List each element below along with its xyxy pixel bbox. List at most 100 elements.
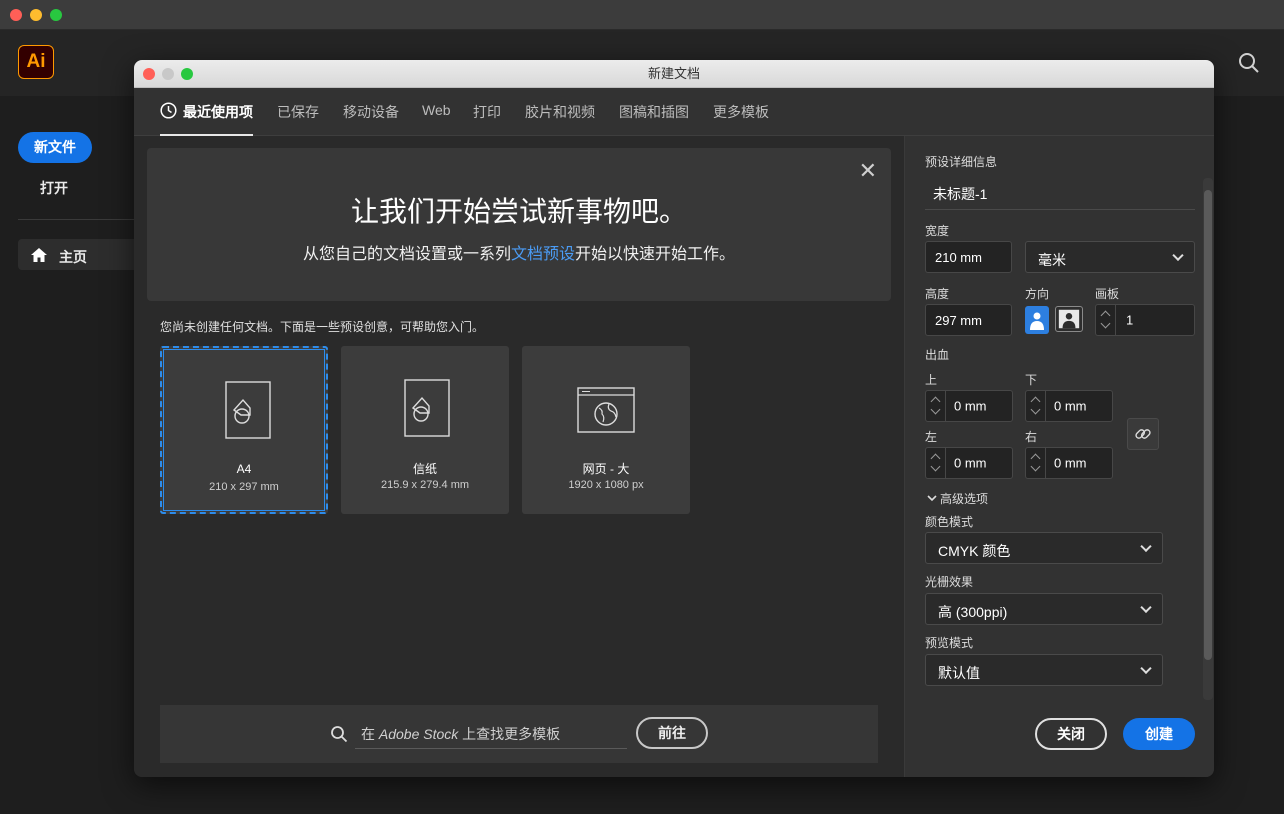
- banner-subtitle: 从您自己的文档设置或一系列文档预设开始以快速开始工作。: [147, 240, 891, 264]
- portrait-orientation-icon[interactable]: [1025, 306, 1049, 334]
- preset-card-letter[interactable]: 信纸 215.9 x 279.4 mm: [341, 346, 509, 514]
- link-icon[interactable]: [1127, 418, 1159, 450]
- preset-name: 网页 - 大: [582, 462, 630, 476]
- preset-card-a4[interactable]: A4 210 x 297 mm: [160, 346, 328, 514]
- stock-search-input[interactable]: 在 Adobe Stock 上查找更多模板: [355, 717, 627, 749]
- banner-text: 从您自己的文档设置或一系列: [302, 246, 511, 263]
- tab-bar: 最近使用项 已保存 移动设备 Web 打印 胶片和视频 图稿和插图 更多模板: [134, 88, 1214, 136]
- chevron-down-icon: [930, 404, 941, 415]
- bleed-left-stepper[interactable]: 0 mm: [925, 447, 1013, 479]
- color-mode-select[interactable]: CMYK 颜色: [925, 532, 1163, 564]
- raster-effects-select[interactable]: 高 (300ppi): [925, 593, 1163, 625]
- artboards-stepper[interactable]: 1: [1095, 304, 1195, 336]
- preview-mode-select[interactable]: 默认值: [925, 654, 1163, 686]
- presets-hint: 您尚未创建任何文档。下面是一些预设创意，可帮助您入门。: [160, 320, 485, 334]
- chevron-down-icon: [1100, 318, 1111, 329]
- chevron-down-icon: [1140, 662, 1152, 675]
- window-zoom-button[interactable]: [50, 9, 62, 21]
- new-document-dialog: 新建文档 最近使用项 已保存 移动设备 Web 打印 胶片和视频 图稿和插图 更…: [134, 60, 1214, 777]
- artboards-label: 画板: [1095, 287, 1120, 301]
- close-icon[interactable]: ✕: [859, 160, 877, 182]
- chevron-down-icon: [1030, 404, 1041, 415]
- chevron-down-icon: [1030, 461, 1041, 472]
- stepper-arrows[interactable]: [1026, 391, 1046, 421]
- raster-effects-value: 高 (300ppi): [938, 604, 1008, 620]
- sidebar-divider: [18, 219, 134, 220]
- placeholder-text: 在: [361, 726, 379, 742]
- bleed-label: 出血: [925, 348, 950, 362]
- preset-size: 1920 x 1080 px: [568, 479, 644, 491]
- landscape-orientation-icon[interactable]: [1055, 306, 1083, 332]
- preset-details-pane: 预设详细信息 未标题-1 宽度 210 mm 毫米 高度 方向 画板 297 m…: [904, 136, 1214, 777]
- bleed-left-value: 0 mm: [954, 455, 987, 471]
- document-icon: [225, 381, 271, 439]
- height-value: 297 mm: [935, 313, 982, 328]
- stepper-arrows[interactable]: [926, 391, 946, 421]
- clock-icon: [160, 102, 177, 119]
- units-select[interactable]: 毫米: [1025, 241, 1195, 273]
- color-mode-value: CMYK 颜色: [938, 543, 1011, 559]
- chevron-down-icon: [1140, 601, 1152, 614]
- bleed-bottom-label: 下: [1025, 373, 1038, 387]
- bleed-bottom-stepper[interactable]: 0 mm: [1025, 390, 1113, 422]
- scrollbar-thumb[interactable]: [1204, 190, 1212, 660]
- sidebar-item-label: 主页: [59, 249, 87, 265]
- width-field[interactable]: 210 mm: [925, 241, 1012, 273]
- new-file-button[interactable]: 新文件: [18, 132, 92, 163]
- placeholder-brand: Adobe Stock: [378, 726, 459, 742]
- tab-more-templates[interactable]: 更多模板: [713, 102, 769, 122]
- preset-size: 215.9 x 279.4 mm: [380, 479, 470, 491]
- raster-effects-label: 光栅效果: [925, 575, 974, 589]
- tab-web[interactable]: Web: [422, 102, 451, 118]
- stepper-arrows[interactable]: [1026, 448, 1046, 478]
- stock-search-placeholder: 在 Adobe Stock 上查找更多模板: [361, 724, 560, 744]
- window-close-button[interactable]: [10, 9, 22, 21]
- open-button[interactable]: 打开: [40, 178, 68, 198]
- search-icon: [331, 726, 348, 743]
- tab-film-video[interactable]: 胶片和视频: [525, 102, 595, 122]
- advanced-options-toggle[interactable]: 高级选项: [940, 490, 988, 507]
- bleed-top-value: 0 mm: [954, 398, 987, 414]
- tab-saved[interactable]: 已保存: [277, 102, 319, 122]
- document-presets-link[interactable]: 文档预设: [511, 246, 575, 263]
- app-logo: Ai: [18, 45, 54, 79]
- bleed-right-label: 右: [1025, 430, 1038, 444]
- stepper-arrows[interactable]: [926, 448, 946, 478]
- document-icon: [404, 379, 450, 437]
- details-scrollbar[interactable]: [1203, 178, 1213, 700]
- tab-art-illustration[interactable]: 图稿和插图: [619, 102, 689, 122]
- tab-print[interactable]: 打印: [473, 102, 501, 122]
- artboards-value: 1: [1126, 312, 1134, 328]
- chevron-down-icon: [930, 461, 941, 472]
- orientation-label: 方向: [1025, 287, 1050, 301]
- tab-mobile[interactable]: 移动设备: [343, 102, 399, 122]
- color-mode-label: 颜色模式: [925, 515, 974, 529]
- search-icon[interactable]: [1238, 52, 1260, 74]
- tab-recent[interactable]: 最近使用项: [183, 102, 253, 122]
- preset-name: A4: [236, 462, 252, 476]
- chevron-down-icon[interactable]: [927, 493, 937, 503]
- preset-card-web-large[interactable]: 网页 - 大 1920 x 1080 px: [522, 346, 690, 514]
- document-name-field[interactable]: 未标题-1: [925, 176, 1195, 210]
- height-label: 高度: [925, 287, 950, 301]
- chevron-down-icon: [1140, 540, 1152, 553]
- bleed-top-label: 上: [925, 373, 938, 387]
- width-label: 宽度: [925, 224, 950, 238]
- welcome-banner: 让我们开始尝试新事物吧。 从您自己的文档设置或一系列文档预设开始以快速开始工作。…: [147, 148, 891, 301]
- sidebar: [0, 96, 134, 814]
- placeholder-text: 上查找更多模板: [458, 726, 561, 742]
- home-icon: [31, 248, 47, 262]
- height-field[interactable]: 297 mm: [925, 304, 1012, 336]
- bleed-top-stepper[interactable]: 0 mm: [925, 390, 1013, 422]
- preview-mode-label: 预览模式: [925, 636, 974, 650]
- banner-heading: 让我们开始尝试新事物吧。: [350, 196, 687, 227]
- window-titlebar: [0, 0, 1284, 30]
- close-button[interactable]: 关闭: [1035, 718, 1107, 750]
- go-button[interactable]: 前往: [636, 717, 708, 749]
- bleed-right-stepper[interactable]: 0 mm: [1025, 447, 1113, 479]
- window-minimize-button[interactable]: [30, 9, 42, 21]
- width-value: 210 mm: [935, 250, 982, 265]
- create-button[interactable]: 创建: [1123, 718, 1195, 750]
- preset-details-heading: 预设详细信息: [925, 155, 998, 169]
- stepper-arrows[interactable]: [1096, 305, 1116, 335]
